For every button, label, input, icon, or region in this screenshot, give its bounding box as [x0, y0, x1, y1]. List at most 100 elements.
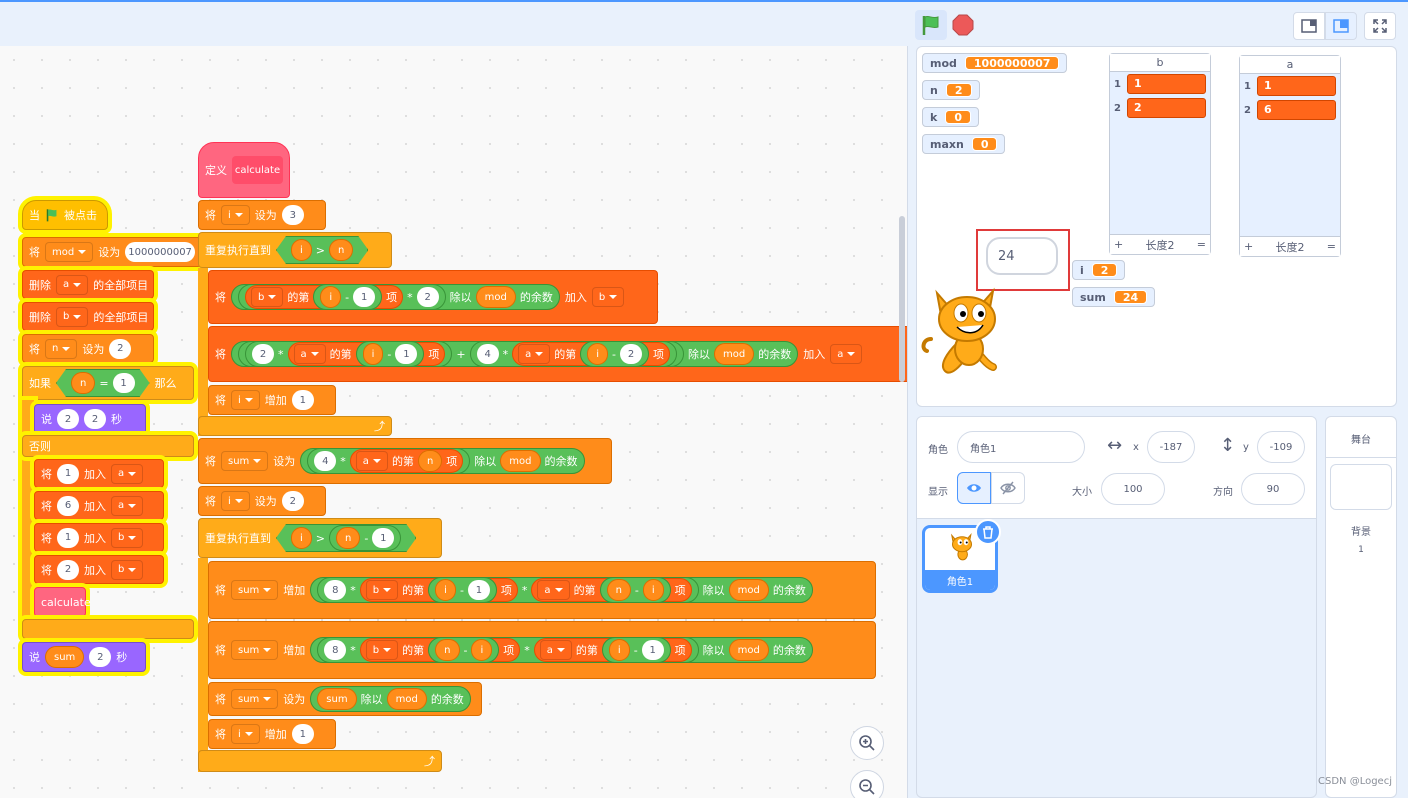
multiply-operator[interactable]: 4 * a 的第 n 项	[307, 448, 471, 474]
item-of-list-reporter[interactable]: b 的第 n - i 项	[359, 637, 521, 663]
set-mod-block[interactable]: 将 mod 设为 1000000007	[22, 237, 202, 267]
value-input[interactable]: 2	[57, 559, 79, 580]
backdrop-thumbnail[interactable]	[1330, 464, 1392, 510]
message-input[interactable]: 2	[57, 409, 79, 429]
mod-operator[interactable]: 2 * a 的第 i - 1 项 + 4 * a 的第 i - 2 项 除以 m…	[231, 341, 799, 367]
hide-toggle[interactable]	[991, 472, 1025, 504]
variable-monitor-i[interactable]: i 2	[1072, 260, 1126, 280]
small-stage-button[interactable]	[1293, 12, 1325, 40]
variable-reporter[interactable]: n	[606, 579, 631, 601]
list-monitor-a[interactable]: a 1 1 2 6 + 长度2 =	[1239, 55, 1341, 257]
sprite-name-input[interactable]: 角色1	[957, 431, 1085, 463]
stage[interactable]: mod 1000000007 n 2 k 0 maxn 0 b 1 1 2 2 …	[916, 46, 1397, 407]
value-input[interactable]: 4	[314, 451, 337, 471]
zoom-out-button[interactable]	[850, 770, 884, 798]
variable-reporter[interactable]: i	[608, 639, 630, 661]
seconds-input[interactable]: 2	[89, 647, 112, 667]
value-input[interactable]: 2	[620, 344, 643, 364]
sum-reporter[interactable]: sum	[45, 646, 85, 668]
value-input[interactable]: 1	[291, 390, 314, 410]
variable-monitor-k[interactable]: k 0	[922, 107, 979, 127]
multiply-operator[interactable]: 8 * b 的第 i - 1 项 * a 的第 n - i 项	[317, 577, 699, 603]
list-monitor-b[interactable]: b 1 1 2 2 + 长度2 =	[1109, 53, 1211, 255]
if-else-block[interactable]: 如果 n = 1 那么	[22, 366, 194, 400]
item-of-list-reporter[interactable]: a 的第 i - 1 项	[533, 637, 692, 663]
value-input[interactable]: 1	[353, 287, 376, 307]
add-item-button[interactable]: +	[1114, 238, 1123, 251]
variable-reporter[interactable]: i	[587, 343, 609, 365]
add-to-list-block[interactable]: 将 6 加入 a	[34, 491, 164, 520]
variable-monitor-sum[interactable]: sum 24	[1072, 287, 1156, 307]
list-dropdown[interactable]: b	[365, 580, 399, 600]
code-workspace[interactable]: 当 被点击 将 mod 设为 1000000007 删除 a 的全部项目 删除 …	[0, 46, 908, 798]
subtract-operator[interactable]: n - i	[599, 577, 671, 603]
variable-dropdown[interactable]: i	[231, 390, 260, 410]
list-item[interactable]: 1	[1256, 76, 1336, 96]
resize-handle[interactable]: =	[1327, 240, 1336, 253]
variable-reporter[interactable]: n	[417, 450, 443, 472]
delete-all-a-block[interactable]: 删除 a 的全部项目	[22, 270, 154, 299]
list-dropdown[interactable]: a	[355, 451, 388, 471]
when-flag-clicked-block[interactable]: 当 被点击	[22, 200, 108, 230]
set-sum-block[interactable]: 将 sum 设为 4 * a 的第 n 项 除以 mod 的余数	[198, 438, 612, 484]
value-input[interactable]: 1	[372, 528, 394, 548]
list-item[interactable]: 6	[1256, 100, 1336, 120]
fullscreen-button[interactable]	[1364, 12, 1396, 40]
set-i-block[interactable]: 将 i 设为 2	[198, 486, 326, 516]
say-sum-block[interactable]: 说 sum 2 秒	[22, 642, 146, 672]
seconds-input[interactable]: 2	[84, 409, 106, 429]
multiply-operator[interactable]: 2 * a 的第 i - 1 项	[245, 341, 453, 367]
list-dropdown[interactable]: a	[111, 463, 144, 484]
variable-dropdown[interactable]: sum	[231, 640, 279, 660]
value-input[interactable]: 1	[641, 640, 664, 660]
add-item-button[interactable]: +	[1244, 240, 1253, 253]
workspace-scrollbar[interactable]	[899, 216, 905, 382]
value-input[interactable]: 2	[416, 287, 439, 307]
y-input[interactable]: -109	[1257, 431, 1305, 463]
subtract-operator[interactable]: i - 1	[355, 341, 425, 367]
item-of-list-reporter[interactable]: a 的第 i - 1 项	[287, 341, 446, 367]
mod-operator[interactable]: 4 * a 的第 n 项 除以 mod 的余数	[300, 448, 585, 474]
item-of-list-reporter[interactable]: a 的第 i - 2 项	[512, 341, 671, 367]
greater-than-operator[interactable]: i > n	[276, 236, 368, 264]
size-input[interactable]: 100	[1101, 473, 1165, 505]
variable-monitor-maxn[interactable]: maxn 0	[922, 134, 1006, 154]
list-dropdown[interactable]: b	[56, 306, 89, 327]
variable-reporter[interactable]: n	[336, 527, 360, 549]
mod-operator[interactable]: 8 * b 的第 i - 1 项 * a 的第 n - i 项 除以 mod 的…	[310, 577, 813, 603]
multiply-operator[interactable]: 8 * b 的第 n - i 项 * a 的第 i - 1 项	[317, 637, 699, 663]
variable-reporter[interactable]: sum	[317, 688, 357, 710]
variable-dropdown[interactable]: sum	[221, 451, 269, 471]
direction-input[interactable]: 90	[1241, 473, 1305, 505]
list-item[interactable]: 1	[1126, 74, 1206, 94]
variable-reporter[interactable]: i	[642, 579, 664, 601]
greater-than-operator[interactable]: i > n - 1	[276, 524, 416, 552]
subtract-operator[interactable]: n - i	[428, 637, 500, 663]
variable-dropdown[interactable]: sum	[231, 580, 279, 600]
value-input[interactable]: 1	[291, 724, 314, 744]
show-toggle[interactable]	[957, 472, 991, 504]
subtract-operator[interactable]: i - 2	[580, 341, 650, 367]
repeat-until-block[interactable]: 重复执行直到 i > n - 1	[198, 518, 442, 558]
mod-operator[interactable]: 8 * b 的第 n - i 项 * a 的第 i - 1 项 除以 mod 的…	[310, 637, 813, 663]
add-to-list-block[interactable]: 将 b 的第 i - 1 项 * 2 除以 mod 的余数 加入 b	[208, 270, 658, 324]
item-of-list-reporter[interactable]: a 的第 n - i 项	[531, 577, 692, 603]
value-input[interactable]: 1000000007	[125, 242, 195, 262]
variable-dropdown[interactable]: i	[231, 724, 260, 744]
define-calculate-block[interactable]: 定义 calculate	[198, 142, 290, 198]
stage-target-pane[interactable]: 舞台 背景 1	[1325, 416, 1397, 798]
variable-dropdown[interactable]: i	[221, 205, 250, 225]
value-input[interactable]: 2	[252, 344, 274, 364]
delete-sprite-button[interactable]	[975, 519, 1001, 545]
stop-button[interactable]	[950, 12, 976, 38]
normal-stage-button[interactable]	[1325, 12, 1357, 40]
change-sum-block[interactable]: 将 sum 增加 8 * b 的第 i - 1 项 * a 的第 n - i 项…	[208, 561, 876, 619]
value-input[interactable]: 8	[324, 580, 347, 600]
zoom-in-button[interactable]	[850, 726, 884, 760]
list-dropdown[interactable]: b	[111, 559, 144, 580]
calculate-prototype[interactable]: calculate	[232, 156, 283, 184]
multiply-operator[interactable]: 4 * a 的第 i - 2 项	[469, 341, 678, 367]
mod-operator[interactable]: sum 除以 mod 的余数	[310, 686, 471, 712]
variable-reporter[interactable]: i	[291, 527, 312, 549]
list-dropdown[interactable]: a	[539, 640, 572, 660]
